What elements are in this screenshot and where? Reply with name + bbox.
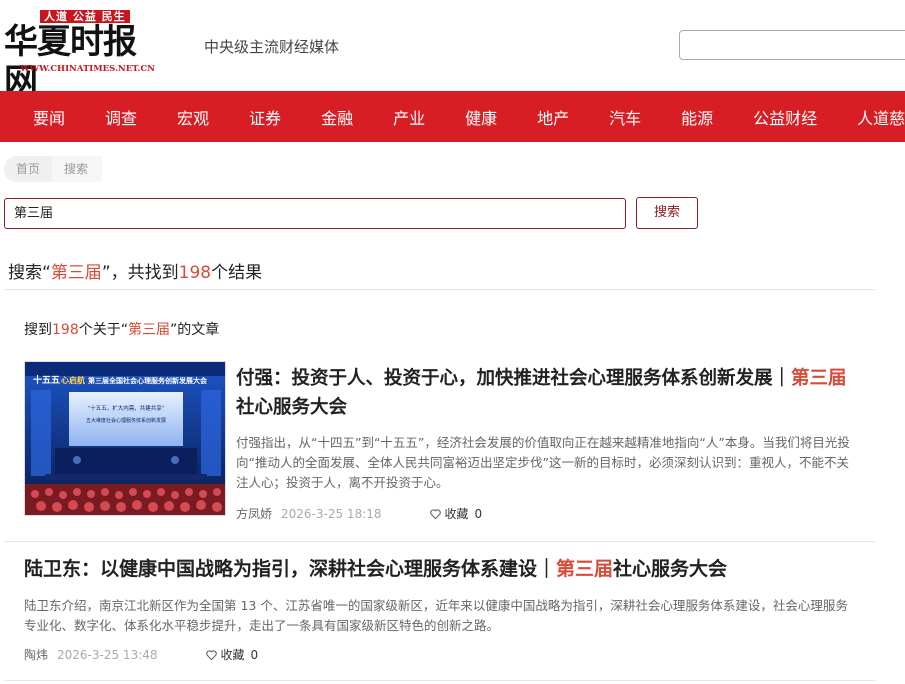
- thumb-brand-left: 十五五: [33, 374, 60, 386]
- article-description: 陆卫东介绍，南京江北新区作为全国第 13 个、江苏省唯一的国家级新区，近年来以健…: [24, 598, 848, 633]
- search-button[interactable]: 搜索: [636, 197, 698, 229]
- article-date: 2026-3-25 13:48: [57, 647, 158, 662]
- divider: [4, 289, 875, 290]
- favorite-count: 0: [474, 506, 483, 521]
- article-count-summary: 搜到198个关于“第三届”的文章: [24, 319, 219, 339]
- nav-item-gongyi-caijing[interactable]: 公益财经: [753, 105, 817, 129]
- article-title-main: 陆卫东：以健康中国战略为指引，深耕社会心理服务体系建设｜: [24, 558, 557, 580]
- site-slogan: 中央级主流财经媒体: [204, 38, 340, 56]
- article-author: 陶炜: [24, 648, 49, 662]
- thumb-brand-right: 心启航: [61, 375, 85, 385]
- divider: [4, 680, 875, 681]
- nav-item-jiankang[interactable]: 健康: [465, 105, 497, 129]
- breadcrumb-current: 搜索: [52, 156, 103, 182]
- logo-url: WWW.CHINATIMES.NET.CN: [20, 64, 155, 74]
- thumb-banner: 第三届全国社会心理服务创新发展大会: [88, 376, 208, 385]
- favorite-label: 收藏: [444, 507, 469, 521]
- nav-item-diaocha[interactable]: 调查: [105, 105, 137, 129]
- subsummary-keyword: 第三届: [128, 322, 170, 338]
- subsummary-suffix: ”的文章: [170, 322, 220, 338]
- logo-wordmark: 华夏时报网: [4, 22, 137, 102]
- thumb-screen-line2: 五大维度社会心理服务体系创新发展: [86, 417, 166, 424]
- conference-stage-image: 十五五 心启航 第三届全国社会心理服务创新发展大会 “十五五，扩大内需，共建共享…: [25, 362, 225, 515]
- summary-count: 198: [178, 263, 212, 283]
- nav-item-nengyuan[interactable]: 能源: [681, 105, 713, 129]
- search-input[interactable]: 第三届: [4, 198, 626, 229]
- article-thumbnail[interactable]: 十五五 心启航 第三届全国社会心理服务创新发展大会 “十五五，扩大内需，共建共享…: [24, 361, 226, 516]
- article-title-tail: 社心服务大会: [613, 558, 728, 580]
- nav-item-yaowen[interactable]: 要闻: [33, 105, 65, 129]
- article-title[interactable]: 陆卫东：以健康中国战略为指引，深耕社会心理服务体系建设｜第三届社心服务大会: [24, 555, 874, 583]
- favorite-label: 收藏: [220, 648, 245, 662]
- thumb-screen-line1: “十五五，扩大内需，共建共享”: [87, 404, 164, 412]
- article-title-highlight: 第三届: [791, 368, 847, 389]
- nav-item-rendao[interactable]: 人道慈: [857, 105, 905, 129]
- article-title[interactable]: 付强：投资于人、投资于心，加快推进社会心理服务体系创新发展｜第三届社心服务大会: [236, 364, 856, 422]
- heart-icon: [429, 508, 441, 519]
- site-header: 人道 公益 民生 华夏时报网 WWW.CHINATIMES.NET.CN 中央级…: [0, 0, 905, 102]
- article-meta: 方凤娇 2026-3-25 18:18 收藏 0: [236, 505, 482, 522]
- article-title-tail: 社心服务大会: [236, 397, 348, 418]
- nav-item-jinrong[interactable]: 金融: [321, 105, 353, 129]
- summary-keyword: 第三届: [50, 263, 102, 283]
- summary-prefix: 搜索“: [8, 263, 51, 283]
- breadcrumb: 首页 搜索: [4, 156, 103, 182]
- favorite-button[interactable]: 收藏 0: [205, 646, 259, 663]
- subsummary-middle: 个关于“: [78, 322, 128, 338]
- article-author: 方凤娇: [236, 507, 273, 521]
- result-summary: 搜索“第三届”，共找到198个结果: [8, 258, 262, 283]
- site-logo[interactable]: 人道 公益 民生 华夏时报网 WWW.CHINATIMES.NET.CN: [4, 8, 164, 102]
- nav-item-zhengquan[interactable]: 证券: [249, 105, 281, 129]
- article-title-main: 付强：投资于人、投资于心，加快推进社会心理服务体系创新发展｜: [236, 368, 792, 389]
- breadcrumb-home[interactable]: 首页: [4, 156, 53, 182]
- nav-item-qiche[interactable]: 汽车: [609, 105, 641, 129]
- article-date: 2026-3-25 18:18: [281, 506, 382, 521]
- nav-item-hongguan[interactable]: 宏观: [177, 105, 209, 129]
- article-title-highlight: 第三届: [556, 558, 614, 580]
- subsummary-count: 198: [52, 322, 79, 338]
- article-description: 付强指出，从“十四五”到“十五五”，经济社会发展的价值取向正在越来越精准地指向“…: [236, 435, 850, 490]
- header-search-input[interactable]: [679, 30, 905, 60]
- summary-suffix: 个结果: [211, 263, 263, 283]
- favorite-count: 0: [250, 647, 259, 662]
- divider: [4, 541, 875, 542]
- subsummary-prefix: 搜到: [24, 322, 52, 338]
- nav-item-chanye[interactable]: 产业: [393, 105, 425, 129]
- main-nav: 要闻 调查 宏观 证券 金融 产业 健康 地产 汽车 能源 公益财经 人道慈: [0, 91, 905, 142]
- heart-icon: [205, 649, 217, 660]
- favorite-button[interactable]: 收藏 0: [429, 505, 483, 522]
- summary-middle: ”，共找到: [101, 263, 179, 283]
- nav-item-dichan[interactable]: 地产: [537, 105, 569, 129]
- article-meta: 陶炜 2026-3-25 13:48 收藏 0: [24, 646, 258, 663]
